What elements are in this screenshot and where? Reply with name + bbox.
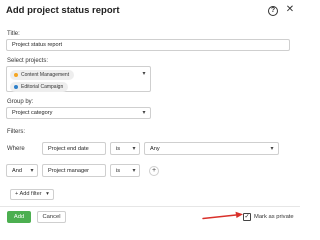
filter-field-value: Project manager — [48, 168, 90, 174]
project-chip-1[interactable]: Editorial Campaign — [10, 82, 69, 92]
footer-divider — [0, 206, 300, 207]
add-filter-button[interactable]: + Add filter ▾ — [10, 189, 54, 200]
chevron-down-icon: ▾ — [132, 168, 136, 174]
chevron-down-icon[interactable]: ▾ — [141, 71, 147, 77]
title-input[interactable]: Project status report — [6, 39, 290, 51]
chevron-down-icon: ▾ — [132, 146, 136, 152]
chevron-down-icon: ▾ — [142, 110, 146, 116]
title-label: Title: — [7, 31, 20, 37]
chevron-down-icon: ▾ — [46, 191, 49, 197]
filter-field-value: Project end date — [48, 146, 89, 152]
mark-private-label: Mark as private — [254, 214, 294, 220]
project-chip-label: Content Management — [21, 72, 70, 78]
filter-field-select[interactable]: Project manager — [42, 164, 106, 177]
annotation-arrow-icon — [202, 211, 243, 220]
filter-operator-select[interactable]: is ▾ — [110, 142, 140, 155]
projects-label: Select projects: — [7, 58, 49, 64]
filter-connector-where: Where — [7, 146, 25, 152]
filter-connector-select[interactable]: And ▾ — [6, 164, 38, 177]
project-color-dot — [14, 85, 18, 89]
filter-field-select[interactable]: Project end date — [42, 142, 106, 155]
mark-private-checkbox[interactable]: ✓ — [243, 213, 251, 221]
project-color-dot — [14, 73, 18, 77]
group-by-value: Project category — [12, 110, 53, 116]
filters-label: Filters: — [7, 129, 25, 135]
title-input-value: Project status report — [12, 42, 63, 48]
filter-operator-value: is — [116, 168, 121, 174]
add-filter-label: + Add filter — [15, 191, 42, 197]
dialog-header: Add project status report ? ✕ — [6, 3, 294, 19]
filter-value-select[interactable]: Any ▾ — [144, 142, 279, 155]
projects-multiselect[interactable]: Content Management Editorial Campaign ▾ — [6, 66, 151, 92]
filter-value-value: Any — [150, 146, 160, 152]
chevron-down-icon: ▾ — [30, 168, 34, 174]
filter-operator-select[interactable]: is ▾ — [110, 164, 140, 177]
cancel-button[interactable]: Cancel — [37, 211, 66, 223]
help-icon[interactable]: ? — [268, 6, 278, 16]
group-by-select[interactable]: Project category ▾ — [6, 107, 151, 119]
add-button[interactable]: Add — [7, 211, 31, 223]
add-condition-button[interactable]: + — [149, 166, 159, 176]
group-by-label: Group by: — [7, 99, 34, 105]
dialog-title: Add project status report — [6, 5, 120, 16]
close-icon[interactable]: ✕ — [285, 4, 295, 16]
chevron-down-icon: ▾ — [270, 146, 274, 152]
project-chip-label: Editorial Campaign — [21, 84, 64, 90]
filter-connector-value: And — [12, 168, 22, 174]
filter-operator-value: is — [116, 146, 121, 152]
add-report-dialog: Add project status report ? ✕ Title: Pro… — [0, 0, 300, 226]
project-chip-0[interactable]: Content Management — [10, 70, 75, 80]
